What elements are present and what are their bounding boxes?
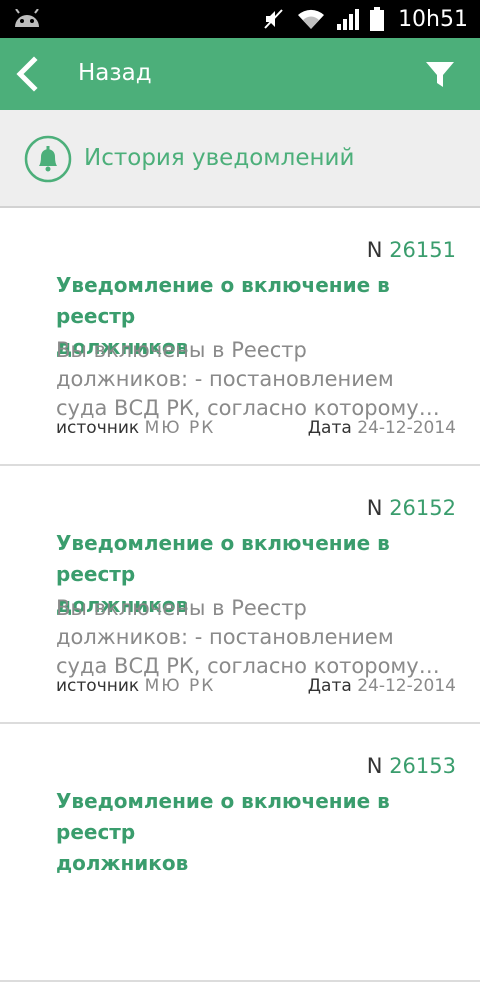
notification-number: N 26153 bbox=[366, 754, 456, 778]
bell-icon bbox=[24, 135, 72, 183]
section-header: История уведомлений bbox=[0, 110, 480, 208]
notification-date: Дата 24-12-2014 bbox=[307, 418, 456, 438]
notification-date: Дата 24-12-2014 bbox=[307, 676, 456, 696]
back-arrow-icon[interactable] bbox=[10, 56, 46, 92]
signal-icon bbox=[337, 9, 360, 30]
notification-number: N 26152 bbox=[366, 496, 456, 520]
battery-icon bbox=[370, 7, 385, 31]
notification-item[interactable]: N 26152 Уведомление о включение в реестр… bbox=[0, 466, 480, 724]
mute-icon bbox=[264, 9, 283, 29]
notification-source: источник МЮ РК bbox=[56, 418, 216, 438]
notification-number: N 26151 bbox=[366, 238, 456, 262]
wifi-icon bbox=[298, 9, 325, 29]
back-button[interactable]: Назад bbox=[78, 60, 152, 86]
filter-icon[interactable] bbox=[424, 58, 456, 90]
notification-item[interactable]: N 26151 Уведомление о включение в реестр… bbox=[0, 208, 480, 466]
app-bar: Назад bbox=[0, 38, 480, 110]
status-time: 10h51 bbox=[398, 6, 468, 32]
notification-meta: источник МЮ РК Дата 24-12-2014 bbox=[56, 418, 456, 442]
notification-source: источник МЮ РК bbox=[56, 676, 216, 696]
notification-list: N 26151 Уведомление о включение в реестр… bbox=[0, 208, 480, 982]
notification-body: Вы включены в Реестр должников: - постан… bbox=[56, 596, 440, 678]
notification-body: Вы включены в Реестр должников: - постан… bbox=[56, 338, 440, 420]
notification-meta: источник МЮ РК Дата 24-12-2014 bbox=[56, 676, 456, 700]
android-icon bbox=[15, 9, 39, 27]
status-bar: 10h51 bbox=[0, 0, 480, 38]
section-title: История уведомлений bbox=[84, 145, 355, 171]
notification-item[interactable]: N 26153 Уведомление о включение в реестр… bbox=[0, 724, 480, 982]
